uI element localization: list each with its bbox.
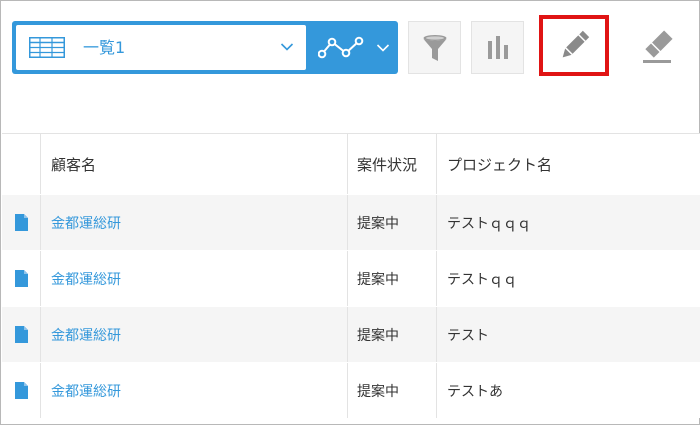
records-table: 顧客名 案件状況 プロジェクト名 金都運総研 提案中 テストｑｑｑ 金都運総研 … bbox=[2, 133, 700, 418]
table-icon bbox=[29, 37, 65, 58]
column-header-project[interactable]: プロジェクト名 bbox=[437, 134, 700, 194]
detail-cell bbox=[2, 195, 41, 250]
line-graph-icon bbox=[318, 36, 364, 59]
view-selector-group: 一覧1 bbox=[12, 21, 398, 74]
customer-cell: 金都運総研 bbox=[41, 195, 348, 250]
detail-cell bbox=[2, 363, 41, 418]
eraser-icon bbox=[643, 30, 673, 63]
column-header-customer[interactable]: 顧客名 bbox=[41, 134, 348, 194]
pencil-icon bbox=[562, 30, 590, 57]
customer-cell: 金都運総研 bbox=[41, 251, 348, 306]
document-icon[interactable] bbox=[14, 326, 28, 343]
status-cell: 提案中 bbox=[348, 363, 437, 418]
column-header-detail bbox=[2, 134, 41, 194]
table-row: 金都運総研 提案中 テスト bbox=[2, 306, 700, 362]
status-cell: 提案中 bbox=[348, 251, 437, 306]
filter-icon bbox=[423, 34, 446, 61]
project-cell: テストｑｑｑ bbox=[447, 215, 531, 232]
chart-button[interactable] bbox=[471, 21, 524, 74]
project-cell: テストあ bbox=[447, 383, 503, 400]
document-icon[interactable] bbox=[14, 270, 28, 287]
edit-button[interactable] bbox=[539, 15, 609, 76]
document-icon[interactable] bbox=[14, 214, 28, 231]
view-select-dropdown[interactable]: 一覧1 bbox=[16, 25, 306, 70]
status-cell: 提案中 bbox=[348, 195, 437, 250]
project-cell: テスト bbox=[447, 327, 489, 344]
bar-chart-icon bbox=[487, 35, 508, 59]
erase-button[interactable] bbox=[629, 19, 685, 75]
customer-link[interactable]: 金都運総研 bbox=[51, 213, 121, 233]
project-cell: テストｑｑ bbox=[447, 271, 517, 288]
detail-cell bbox=[2, 307, 41, 362]
customer-link[interactable]: 金都運総研 bbox=[51, 381, 121, 401]
table-row: 金都運総研 提案中 テストｑｑ bbox=[2, 250, 700, 306]
app-frame: 一覧1 顧客名 案件状況 プロジェクト名 金都運総研 提案中 テストｑｑｑ 金都… bbox=[0, 0, 700, 425]
filter-button[interactable] bbox=[408, 21, 461, 74]
customer-link[interactable]: 金都運総研 bbox=[51, 325, 121, 345]
detail-cell bbox=[2, 251, 41, 306]
table-row: 金都運総研 提案中 テストあ bbox=[2, 362, 700, 418]
graph-menu-button[interactable] bbox=[308, 25, 396, 70]
table-header-row: 顧客名 案件状況 プロジェクト名 bbox=[2, 133, 700, 194]
column-header-status[interactable]: 案件状況 bbox=[348, 134, 437, 194]
table-row: 金都運総研 提案中 テストｑｑｑ bbox=[2, 194, 700, 250]
chevron-down-icon bbox=[280, 43, 294, 51]
customer-cell: 金都運総研 bbox=[41, 363, 348, 418]
customer-cell: 金都運総研 bbox=[41, 307, 348, 362]
view-name-label: 一覧1 bbox=[83, 38, 126, 57]
document-icon[interactable] bbox=[14, 382, 28, 399]
chevron-down-icon bbox=[376, 44, 390, 52]
customer-link[interactable]: 金都運総研 bbox=[51, 269, 121, 289]
status-cell: 提案中 bbox=[348, 307, 437, 362]
